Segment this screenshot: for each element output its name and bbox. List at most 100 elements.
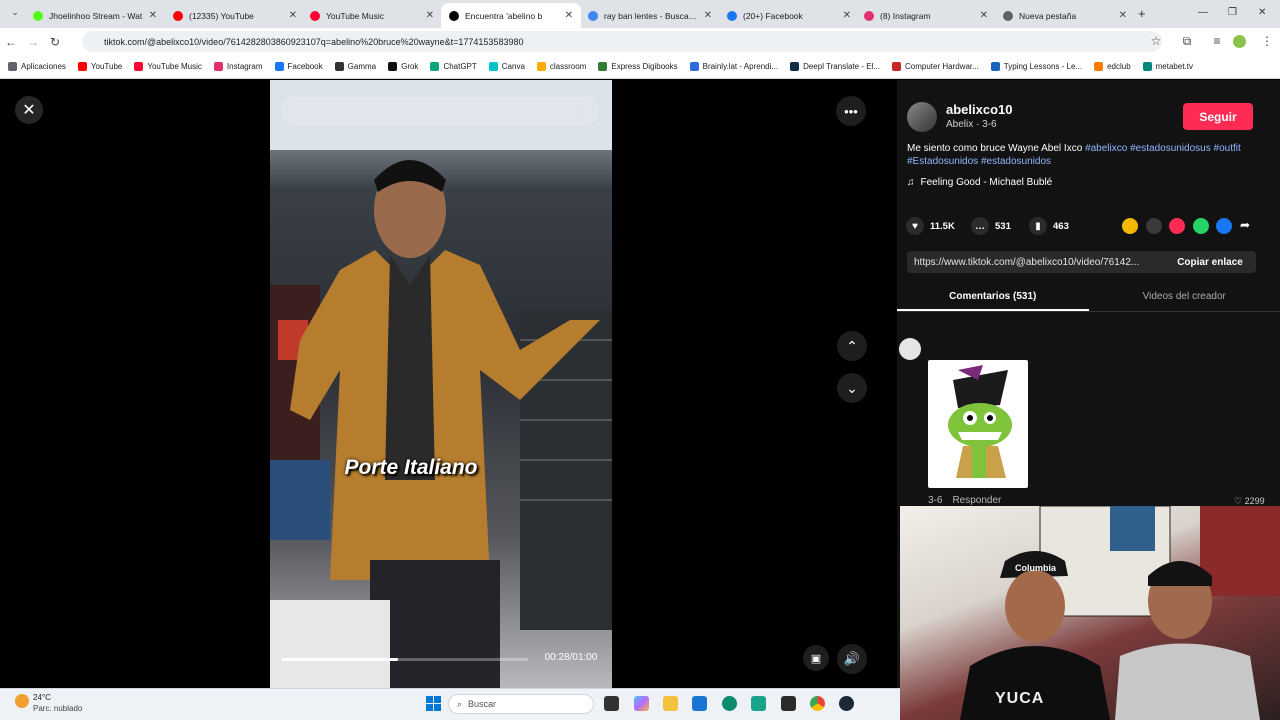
hashtag-link[interactable]: #estadosunidosus (1130, 143, 1211, 154)
forward-icon[interactable]: → (22, 35, 44, 49)
bookmark-label: edclub (1107, 62, 1131, 71)
edge-icon[interactable] (722, 696, 737, 711)
facebook-icon[interactable] (1216, 218, 1232, 234)
browser-tab[interactable]: YouTube Music ✕ (302, 3, 442, 28)
search-icon[interactable]: ⌕ (578, 103, 585, 119)
bookmark-item[interactable]: Typing Lessons - Le... (990, 62, 1082, 71)
browser-tab[interactable]: Jhoelinhoo Stream - Wat ✕ (25, 3, 165, 28)
steam-icon[interactable] (839, 696, 854, 711)
author-username[interactable]: abelixco10 (946, 102, 1013, 117)
whatsapp-icon[interactable] (1192, 218, 1209, 234)
close-tab-icon[interactable]: ✕ (1119, 10, 1127, 21)
browser-tab[interactable]: Encuentra 'abelino b ✕ (441, 3, 581, 28)
reply-button[interactable]: Responder (952, 495, 1001, 506)
author-avatar[interactable] (907, 102, 937, 132)
bookmark-item[interactable]: Instagram (213, 62, 263, 71)
reading-list-icon[interactable]: ≡ (1206, 34, 1228, 48)
close-icon[interactable]: ✕ (15, 96, 43, 124)
music-row[interactable]: ♫ Feeling Good - Michael Bublé (907, 177, 1052, 188)
follow-button[interactable]: Seguir (1183, 103, 1253, 130)
volume-icon[interactable]: 🔊 (837, 644, 867, 674)
embed-icon[interactable] (1145, 218, 1162, 234)
hashtag-link[interactable]: #Estadosunidos (907, 156, 978, 167)
file-explorer-icon[interactable] (663, 696, 678, 711)
bookmark-item[interactable]: Gamma (334, 62, 376, 71)
window-close-icon[interactable]: ✕ (1258, 7, 1266, 18)
related-search-input[interactable]: Buscar contenido relacionado ⌕ (282, 97, 598, 125)
next-video-icon[interactable]: ⌄ (837, 373, 867, 403)
video-player[interactable] (270, 80, 612, 688)
bookmark-label: YouTube Music (147, 62, 202, 71)
bookmark-item[interactable]: Facebook (274, 62, 323, 71)
previous-video-icon[interactable]: ⌃ (837, 331, 867, 361)
progress-bar[interactable] (282, 658, 528, 661)
tab-comments[interactable]: Comentarios (531) (897, 284, 1089, 311)
browser-tab[interactable]: (20+) Facebook ✕ (719, 3, 859, 28)
task-view-icon[interactable] (604, 696, 619, 711)
browser-tab[interactable]: (12335) YouTube ✕ (165, 3, 305, 28)
taskbar-search-input[interactable]: ⌕ Buscar (448, 694, 594, 714)
close-tab-icon[interactable]: ✕ (704, 10, 712, 21)
save-button[interactable]: ▮ 463 (1029, 217, 1069, 235)
maximize-icon[interactable]: ❐ (1228, 7, 1237, 18)
send-icon[interactable] (1169, 218, 1185, 234)
commenter-avatar[interactable] (899, 338, 921, 360)
app-icon[interactable] (781, 696, 796, 711)
bookmark-item[interactable]: ChatGPT (430, 62, 477, 71)
extensions-icon[interactable]: ⧉ (1176, 34, 1198, 49)
bookmark-item[interactable]: Computer Hardwar... (891, 62, 979, 71)
url-field[interactable]: tiktok.com/@abelixco10/video/76142828038… (82, 31, 1162, 52)
bookmark-item[interactable]: Express Digibooks (598, 62, 678, 71)
bookmark-item[interactable]: Aplicaciones (8, 62, 66, 71)
bookmark-favicon-icon (334, 62, 344, 71)
browser-tab[interactable]: Nueva pestaña ✕ (995, 3, 1135, 28)
like-button[interactable]: ♥ 11.5K (906, 217, 955, 235)
bookmark-item[interactable]: Grok (388, 62, 418, 71)
repost-icon[interactable] (1122, 218, 1138, 234)
copy-link-button[interactable]: Copiar enlace (1170, 251, 1250, 273)
hashtag-link[interactable]: #estadosunidos (981, 156, 1051, 167)
new-tab-icon[interactable]: + (1138, 6, 1146, 21)
profile-avatar[interactable] (1233, 35, 1246, 48)
close-tab-icon[interactable]: ✕ (980, 10, 988, 21)
close-tab-icon[interactable]: ✕ (843, 10, 851, 21)
bookmark-item[interactable]: metabet.tv (1142, 62, 1193, 71)
bookmark-item[interactable]: Deepl Translate - El... (790, 62, 880, 71)
store-icon[interactable] (692, 696, 707, 711)
tab-favicon-icon (1003, 10, 1013, 21)
minimize-icon[interactable]: — (1198, 7, 1208, 18)
hashtag-link[interactable]: #outfit (1214, 143, 1241, 154)
comment-button[interactable]: … 531 (971, 217, 1011, 235)
close-tab-icon[interactable]: ✕ (289, 10, 297, 21)
bookmark-item[interactable]: classroom (536, 62, 586, 71)
back-icon[interactable]: ← (0, 35, 22, 49)
bookmark-item[interactable]: edclub (1094, 62, 1131, 71)
more-options-icon[interactable]: ••• (836, 96, 866, 126)
bookmark-item[interactable]: YouTube (77, 62, 122, 71)
browser-tab[interactable]: (8) Instagram ✕ (856, 3, 996, 28)
browser-tab[interactable]: ray ban lentes - Buscar co ✕ (580, 3, 720, 28)
bookmark-item[interactable]: Canva (488, 62, 525, 71)
close-tab-icon[interactable]: ✕ (565, 10, 573, 21)
chrome-icon[interactable] (810, 696, 825, 711)
tab-favicon-icon (449, 10, 459, 21)
zombie-sticker-icon (948, 365, 1012, 478)
weather-icon[interactable] (15, 694, 29, 708)
menu-icon[interactable]: ⋮ (1256, 34, 1278, 48)
tab-creator-videos[interactable]: Videos del creador (1089, 284, 1280, 311)
hashtag-link[interactable]: #abelixco (1085, 143, 1127, 154)
bookmark-item[interactable]: YouTube Music (134, 62, 202, 71)
close-tab-icon[interactable]: ✕ (426, 10, 434, 21)
bookmark-item[interactable]: Brainly.lat - Aprendi... (689, 62, 778, 71)
share-arrow-icon[interactable]: ➦ (1240, 218, 1250, 232)
floating-player-icon[interactable]: ▣ (803, 645, 829, 671)
bookmark-star-icon[interactable]: ☆ (1145, 34, 1167, 48)
comment-count: 531 (995, 220, 1011, 232)
windows-start-icon[interactable] (426, 696, 441, 711)
close-tab-icon[interactable]: ✕ (149, 10, 157, 21)
copilot-icon[interactable] (634, 696, 649, 711)
app-icon[interactable] (751, 696, 766, 711)
bookmark-favicon-icon (689, 62, 699, 71)
reload-icon[interactable]: ↻ (44, 35, 66, 49)
tab-search-icon[interactable]: ⌄ (4, 7, 26, 18)
